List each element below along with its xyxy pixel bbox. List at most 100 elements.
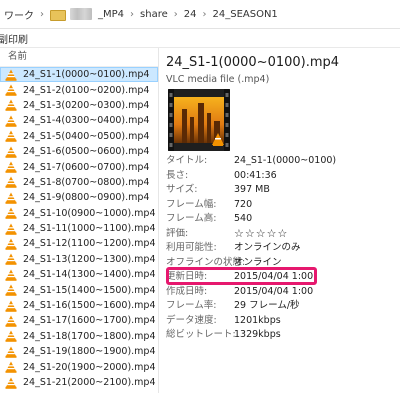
file-name: 24_S1-20(1900~2000).mp4 — [23, 361, 156, 373]
file-name: 24_S1-17(1600~1700).mp4 — [23, 315, 156, 327]
file-name: 24_S1-1(0000~0100).mp4 — [23, 69, 150, 81]
address-segment-2[interactable]: share — [136, 9, 172, 20]
file-name: 24_S1-16(1500~1600).mp4 — [23, 300, 156, 312]
details-file-type: VLC media file (.mp4) — [166, 74, 270, 85]
property-value: 540 — [234, 213, 253, 224]
vlc-cone-icon — [5, 330, 17, 343]
file-row[interactable]: 24_S1-11(1000~1100).mp4 — [0, 221, 158, 236]
file-row[interactable]: 24_S1-17(1600~1700).mp4 — [0, 313, 158, 328]
file-rows: 24_S1-1(0000~0100).mp4 24_S1-2(0100~0200)… — [0, 67, 158, 390]
file-row[interactable]: 24_S1-14(1300~1400).mp4 — [0, 267, 158, 282]
file-row[interactable]: 24_S1-13(1200~1300).mp4 — [0, 252, 158, 267]
file-name: 24_S1-21(2000~2100).mp4 — [23, 377, 156, 388]
file-row[interactable]: 24_S1-18(1700~1800).mp4 — [0, 329, 158, 344]
address-bar[interactable]: ワーク › _MP4 › share › 24 › 24_SEASON1 — [0, 0, 400, 29]
file-row[interactable]: 24_S1-6(0500~0600).mp4 — [0, 144, 158, 159]
file-row[interactable]: 24_S1-9(0800~0900).mp4 — [0, 190, 158, 205]
vlc-cone-icon — [5, 269, 17, 281]
vlc-cone-icon — [5, 192, 17, 204]
vlc-cone-icon — [5, 300, 17, 312]
file-row[interactable]: 24_S1-8(0700~0800).mp4 — [0, 175, 158, 190]
breadcrumb-chevron-icon: › — [40, 8, 44, 20]
file-name: 24_S1-15(1400~1500).mp4 — [23, 284, 156, 296]
address-segment-1[interactable]: _MP4 — [94, 9, 128, 20]
file-name: 24_S1-14(1300~1400).mp4 — [23, 269, 156, 281]
video-thumbnail — [168, 89, 230, 151]
vlc-cone-icon — [5, 361, 17, 373]
property-key: 総ビットレート: — [166, 329, 236, 340]
file-name: 24_S1-11(1000~1100).mp4 — [23, 223, 156, 235]
file-name: 24_S1-2(0100~0200).mp4 — [23, 84, 150, 96]
file-name: 24_S1-7(0600~0700).mp4 — [23, 161, 150, 173]
vlc-cone-icon — [5, 69, 17, 81]
breadcrumb-chevron-icon: › — [130, 8, 135, 20]
property-key: フレーム高: — [166, 213, 217, 224]
property-value: 00:41:36 — [234, 169, 277, 181]
file-row[interactable]: 24_S1-16(1500~1600).mp4 — [0, 298, 158, 313]
property-value: 24_S1-1(0000~0100) — [234, 155, 337, 166]
details-title: 24_S1-1(0000~0100).mp4 — [166, 55, 340, 70]
file-name: 24_S1-18(1700~1800).mp4 — [23, 330, 156, 342]
vlc-cone-icon — [5, 115, 17, 127]
address-segment-0[interactable]: ワーク — [0, 7, 38, 22]
column-header-name[interactable]: 名前 — [0, 48, 158, 67]
property-key: 評価: — [166, 227, 189, 239]
file-row[interactable]: 24_S1-7(0600~0700).mp4 — [0, 159, 158, 174]
file-row[interactable]: 24_S1-5(0400~0500).mp4 — [0, 129, 158, 144]
address-segment-3[interactable]: 24 — [180, 9, 201, 20]
vlc-cone-icon — [5, 238, 17, 250]
property-key: フレーム率: — [166, 300, 217, 311]
property-value: オンラインのみ — [234, 242, 301, 253]
property-value: 2015/04/04 1:00 — [234, 285, 314, 297]
file-list: 名前 24_S1-1(0000~0100).mp4 24_S1-2(0100~02… — [0, 48, 159, 393]
property-key: データ速度: — [166, 314, 217, 326]
file-name: 24_S1-13(1200~1300).mp4 — [23, 253, 156, 265]
vlc-cone-icon — [5, 346, 17, 358]
vlc-cone-icon — [5, 146, 17, 158]
file-name: 24_S1-12(1100~1200).mp4 — [23, 238, 156, 250]
property-key: 長さ: — [166, 169, 189, 181]
file-name: 24_S1-4(0300~0400).mp4 — [23, 115, 150, 127]
file-row[interactable]: 24_S1-20(1900~2000).mp4 — [0, 359, 158, 374]
address-segment-4[interactable]: 24_SEASON1 — [209, 9, 282, 20]
property-key: フレーム幅: — [166, 198, 217, 210]
vlc-cone-icon — [5, 130, 17, 143]
highlight-box — [166, 267, 317, 285]
vlc-cone-icon — [5, 223, 17, 235]
file-name: 24_S1-9(0800~0900).mp4 — [23, 192, 150, 204]
file-name: 24_S1-6(0500~0600).mp4 — [23, 146, 150, 158]
property-key: 利用可能性: — [166, 242, 217, 253]
file-row[interactable]: 24_S1-10(0900~1000).mp4 — [0, 206, 158, 221]
property-key: サイズ: — [166, 184, 198, 195]
file-row[interactable]: 24_S1-19(1800~1900).mp4 — [0, 344, 158, 359]
file-row[interactable]: 24_S1-12(1100~1200).mp4 — [0, 236, 158, 251]
breadcrumb-chevron-icon: › — [202, 8, 207, 20]
file-name: 24_S1-3(0200~0300).mp4 — [23, 99, 150, 111]
file-row[interactable]: 24_S1-3(0200~0300).mp4 — [0, 98, 158, 113]
vlc-cone-icon — [5, 161, 17, 173]
property-value: 1329kbps — [234, 329, 281, 340]
vlc-cone-icon — [5, 176, 17, 189]
file-name: 24_S1-10(0900~1000).mp4 — [23, 207, 156, 219]
file-row[interactable]: 24_S1-1(0000~0100).mp4 — [0, 67, 158, 83]
vlc-cone-icon — [5, 207, 17, 220]
file-row[interactable]: 24_S1-2(0100~0200).mp4 — [0, 82, 158, 97]
file-row[interactable]: 24_S1-15(1400~1500).mp4 — [0, 282, 158, 297]
file-row[interactable]: 24_S1-4(0300~0400).mp4 — [0, 113, 158, 128]
file-row[interactable]: 24_S1-21(2000~2100).mp4 — [0, 375, 158, 390]
redacted-segment — [70, 8, 92, 20]
property-value: 720 — [234, 198, 253, 210]
vlc-cone-icon — [5, 377, 17, 389]
file-name: 24_S1-8(0700~0800).mp4 — [23, 176, 150, 188]
file-name: 24_S1-19(1800~1900).mp4 — [23, 346, 156, 358]
details-pane: 24_S1-1(0000~0100).mp4 VLC media file (.… — [159, 48, 400, 393]
property-key: タイトル: — [166, 155, 208, 166]
print-button[interactable]: 副印刷 — [0, 31, 28, 46]
file-name: 24_S1-5(0400~0500).mp4 — [23, 130, 150, 142]
vlc-cone-icon — [5, 84, 17, 96]
breadcrumb-chevron-icon: › — [173, 8, 178, 20]
vlc-cone-icon — [5, 253, 17, 266]
rating-stars[interactable]: ☆☆☆☆☆ — [234, 227, 288, 241]
vlc-cone-icon — [5, 315, 17, 327]
folder-icon — [50, 8, 66, 21]
